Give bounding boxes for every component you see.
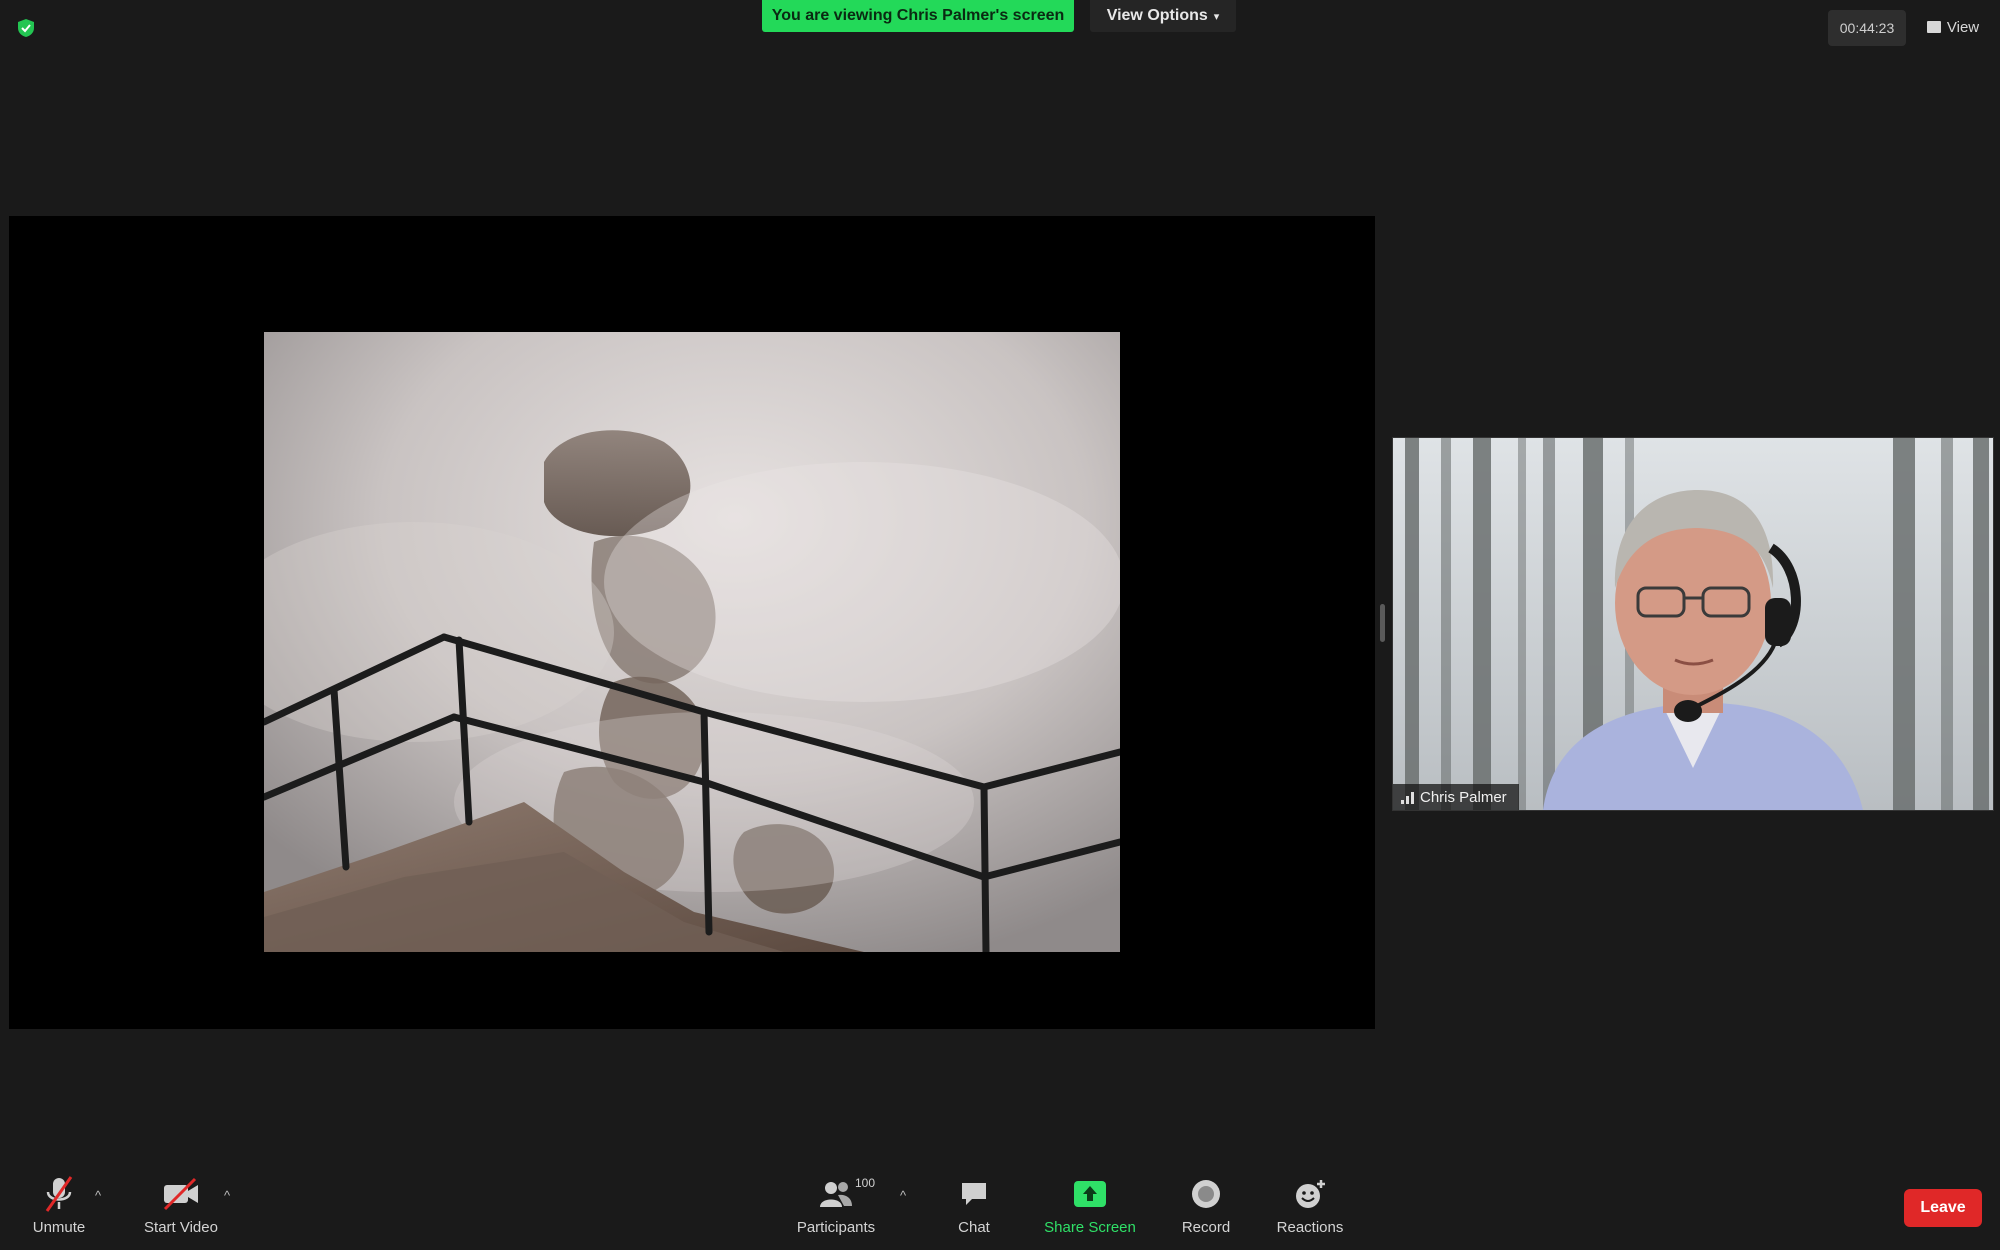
participants-button[interactable]: 100 Participants (790, 1174, 882, 1236)
record-circle-icon (1190, 1174, 1222, 1214)
meeting-controls-toolbar: Unmute ^ Start Video ^ 100 Participants … (0, 1160, 2000, 1250)
smiley-plus-icon (1293, 1174, 1327, 1214)
leave-meeting-button[interactable]: Leave (1904, 1189, 1982, 1227)
people-icon: 100 (819, 1174, 875, 1214)
share-screen-label: Share Screen (1044, 1219, 1136, 1236)
participants-options-chevron-icon[interactable]: ^ (900, 1188, 906, 1203)
participant-name: Chris Palmer (1420, 788, 1507, 806)
leave-label: Leave (1920, 1199, 1966, 1216)
connection-signal-icon (1401, 790, 1414, 804)
shared-screen-area (9, 216, 1375, 1029)
zoom-meeting-window: You are viewing Chris Palmer's screen Vi… (0, 0, 2000, 1250)
share-screen-button[interactable]: Share Screen (1040, 1174, 1140, 1236)
screen-share-banner: You are viewing Chris Palmer's screen (762, 0, 1074, 32)
video-options-chevron-icon[interactable]: ^ (224, 1188, 230, 1203)
unmute-button[interactable]: Unmute (28, 1174, 90, 1236)
participant-name-label: Chris Palmer (1393, 784, 1519, 810)
reactions-label: Reactions (1276, 1219, 1344, 1236)
view-options-label: View Options (1106, 7, 1208, 24)
participants-label: Participants (796, 1219, 876, 1236)
audio-options-chevron-icon[interactable]: ^ (95, 1188, 101, 1203)
panel-resize-handle[interactable] (1380, 604, 1385, 642)
chevron-down-icon: ▾ (1213, 10, 1220, 23)
start-video-label: Start Video (144, 1219, 218, 1236)
speech-bubble-icon (959, 1174, 989, 1214)
meeting-timer-text: 00:44:23 (1839, 20, 1895, 36)
view-button[interactable]: View (1920, 10, 1986, 44)
chat-button[interactable]: Chat (952, 1174, 996, 1236)
participants-count: 100 (855, 1176, 876, 1190)
chat-label: Chat (958, 1219, 990, 1236)
participant-video-tile[interactable]: Chris Palmer (1392, 437, 1994, 811)
meeting-timer: 00:44:23 (1828, 10, 1906, 46)
view-options-button[interactable]: View Options ▾ (1090, 0, 1236, 32)
view-button-label: View (1946, 18, 1980, 36)
share-screen-arrow-icon (1073, 1174, 1107, 1214)
screen-share-banner-text: You are viewing Chris Palmer's screen (771, 7, 1065, 24)
gallery-view-icon (1926, 21, 1941, 33)
shared-photo-misty-sea-railing (264, 332, 1120, 952)
reactions-button[interactable]: Reactions (1274, 1174, 1346, 1236)
start-video-button[interactable]: Start Video (138, 1174, 224, 1236)
security-shield-icon[interactable] (16, 18, 36, 38)
unmute-label: Unmute (32, 1219, 86, 1236)
record-label: Record (1181, 1219, 1231, 1236)
video-camera-off-icon (161, 1174, 201, 1214)
microphone-muted-icon (43, 1174, 75, 1214)
record-button[interactable]: Record (1178, 1174, 1234, 1236)
